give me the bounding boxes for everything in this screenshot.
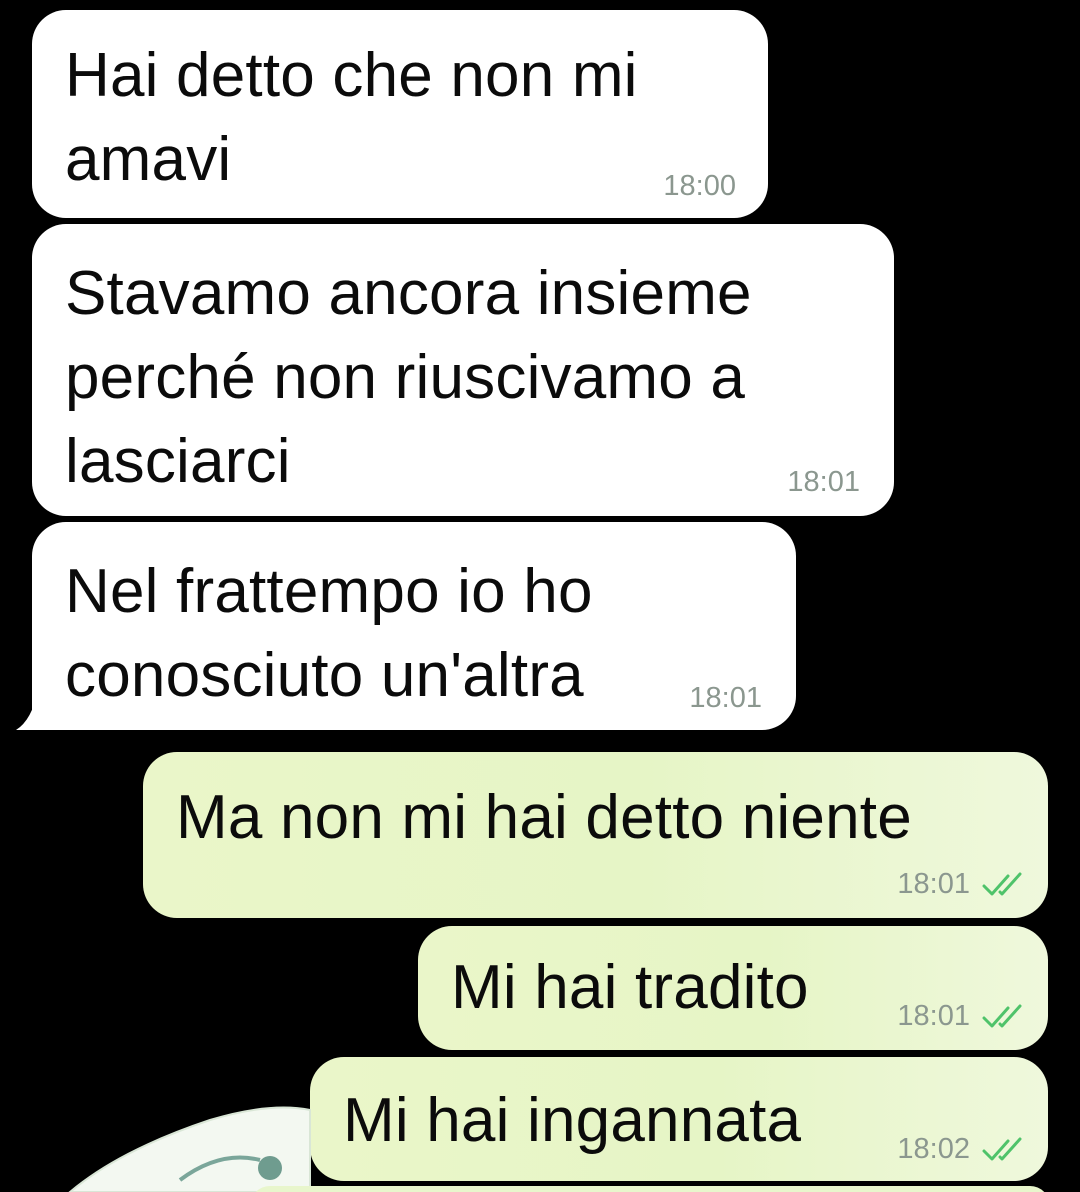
message-meta: 18:02	[897, 1133, 1028, 1166]
message-text: Mi hai tradito	[451, 953, 809, 1022]
outgoing-message-bubble[interactable]: Mi hai tradito 18:01	[418, 926, 1048, 1050]
message-text: Mi hai ingannata	[343, 1086, 802, 1155]
message-meta: 18:01	[897, 868, 1028, 901]
outgoing-message-bubble[interactable]: Mi hai ingannata 18:02	[310, 1057, 1048, 1181]
message-meta: 18:00	[663, 170, 736, 203]
message-timestamp: 18:02	[897, 1133, 970, 1165]
incoming-message-bubble[interactable]: Nel frattempo io ho conosciuto un'altra …	[32, 522, 796, 730]
double-check-icon	[982, 1004, 1028, 1030]
message-timestamp: 18:01	[897, 1000, 970, 1032]
message-timestamp: 18:01	[787, 466, 860, 498]
double-check-icon	[982, 872, 1028, 898]
double-check-icon	[982, 1137, 1028, 1163]
message-timestamp: 18:00	[663, 170, 736, 202]
incoming-message-bubble[interactable]: Hai detto che non mi amavi 18:00	[32, 10, 768, 218]
next-outgoing-bubble-edge	[250, 1186, 1050, 1192]
message-text: Stavamo ancora insieme perché non riusci…	[65, 259, 752, 496]
message-meta: 18:01	[897, 1000, 1028, 1033]
message-timestamp: 18:01	[689, 682, 762, 714]
message-text: Hai detto che non mi amavi	[65, 41, 638, 194]
message-meta: 18:01	[689, 682, 762, 715]
sticker-image[interactable]	[60, 1080, 320, 1192]
message-text: Nel frattempo io ho conosciuto un'altra	[65, 557, 593, 710]
message-meta: 18:01	[787, 466, 860, 499]
message-text: Ma non mi hai detto niente	[176, 783, 912, 852]
message-timestamp: 18:01	[897, 868, 970, 900]
incoming-message-bubble[interactable]: Stavamo ancora insieme perché non riusci…	[32, 224, 894, 516]
chat-conversation: Hai detto che non mi amavi 18:00 Stavamo…	[0, 0, 1080, 1192]
outgoing-message-bubble[interactable]: Ma non mi hai detto niente 18:01	[143, 752, 1048, 918]
